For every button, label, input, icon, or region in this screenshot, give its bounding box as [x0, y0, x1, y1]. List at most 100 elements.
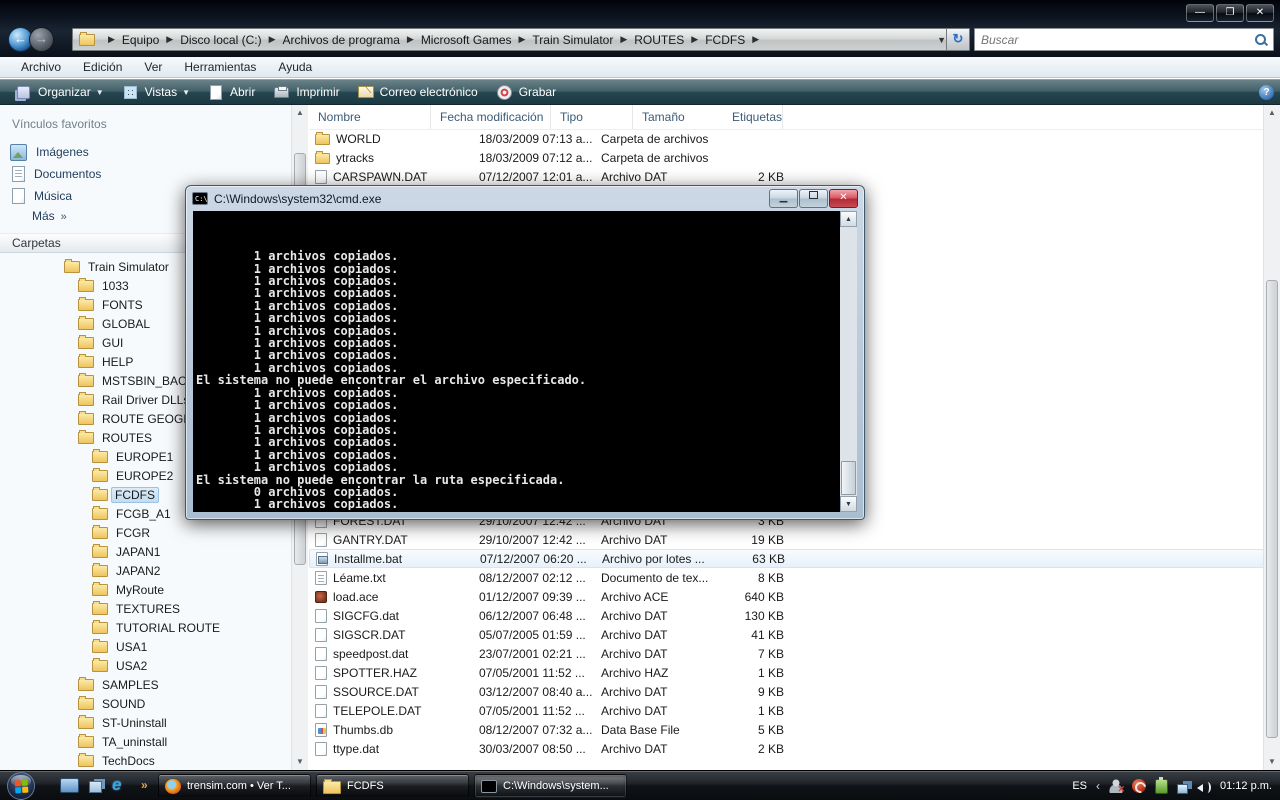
column-header[interactable]: Nombre	[309, 105, 431, 129]
tree-item[interactable]: USA2	[0, 656, 307, 675]
task-icon	[481, 780, 497, 793]
menu-item[interactable]: Ayuda	[267, 60, 323, 74]
tree-item[interactable]: TechDocs	[0, 751, 307, 770]
battery-icon[interactable]	[1155, 779, 1168, 794]
internet-explorer-icon[interactable]: e	[112, 776, 129, 793]
tree-item[interactable]: SOUND	[0, 694, 307, 713]
breadcrumb-segment[interactable]: FCDFS▶	[705, 33, 766, 47]
file-row[interactable]: GANTRY.DAT 29/10/2007 12:42 ... Archivo …	[309, 530, 1264, 549]
file-row[interactable]: load.ace 01/12/2007 09:39 ... Archivo AC…	[309, 587, 1264, 606]
breadcrumb-segment[interactable]: Microsoft Games▶	[421, 33, 533, 47]
menu-item[interactable]: Herramientas	[173, 60, 267, 74]
start-button[interactable]	[7, 772, 35, 800]
tree-item[interactable]: SAMPLES	[0, 675, 307, 694]
minimize-button[interactable]: —	[1186, 4, 1214, 22]
file-row[interactable]: Installme.bat 07/12/2007 06:20 ... Archi…	[309, 549, 1264, 568]
file-row[interactable]: Thumbs.db 08/12/2007 07:32 a... Data Bas…	[309, 720, 1264, 739]
close-button[interactable]: ✕	[829, 189, 858, 208]
tree-item[interactable]: JAPAN2	[0, 561, 307, 580]
file-row[interactable]: ttype.dat 30/03/2007 08:50 ... Archivo D…	[309, 739, 1264, 758]
breadcrumb-segment[interactable]: ROUTES▶	[634, 33, 705, 47]
search-icon[interactable]	[1253, 32, 1269, 48]
tree-item[interactable]: USA1	[0, 637, 307, 656]
file-row[interactable]: SIGSCR.DAT 05/07/2005 01:59 ... Archivo …	[309, 625, 1264, 644]
forward-button[interactable]: →	[29, 27, 54, 52]
scroll-up-icon[interactable]: ▲	[840, 211, 857, 227]
scroll-up-icon[interactable]: ▲	[292, 105, 308, 121]
language-indicator[interactable]: ES	[1072, 780, 1087, 792]
taskbar-button[interactable]: FCDFS	[316, 774, 469, 798]
help-icon[interactable]: ?	[1259, 85, 1274, 100]
restore-button[interactable]: ❐	[1216, 4, 1244, 22]
toolbar-button[interactable]: Grabar ▼	[487, 81, 565, 103]
close-button[interactable]: ✕	[1246, 4, 1274, 22]
tree-item[interactable]: ST-Uninstall	[0, 713, 307, 732]
console-scrollbar[interactable]: ▲ ▼	[840, 211, 857, 512]
search-box[interactable]	[974, 28, 1274, 51]
file-row[interactable]: Léame.txt 08/12/2007 02:12 ... Documento…	[309, 568, 1264, 587]
favorite-link[interactable]: Documentos	[0, 163, 307, 185]
breadcrumb[interactable]: ▶ Equipo▶ Disco local (C:)▶ Archivos de …	[72, 28, 954, 51]
file-row[interactable]: SPOTTER.HAZ 07/05/2001 11:52 ... Archivo…	[309, 663, 1264, 682]
file-row[interactable]: TELEPOLE.DAT 07/05/2001 11:52 ... Archiv…	[309, 701, 1264, 720]
scroll-down-icon[interactable]: ▼	[840, 496, 857, 512]
console-line: 1 archivos copiados.	[196, 461, 837, 473]
scrollbar-thumb[interactable]	[1266, 280, 1278, 738]
file-row[interactable]: CARSPAWN.DAT 07/12/2007 12:01 a... Archi…	[309, 167, 1264, 186]
list-scrollbar[interactable]: ▲ ▼	[1263, 105, 1280, 770]
scroll-down-icon[interactable]: ▼	[292, 754, 308, 770]
toolbar-button[interactable]: Abrir ▼	[199, 81, 264, 103]
network-icon[interactable]	[1177, 784, 1188, 794]
file-row[interactable]: SSOURCE.DAT 03/12/2007 08:40 a... Archiv…	[309, 682, 1264, 701]
breadcrumb-segment[interactable]: Equipo▶	[122, 33, 180, 47]
show-desktop-icon[interactable]	[60, 778, 79, 793]
file-row[interactable]: ytracks 18/03/2009 07:12 a... Carpeta de…	[309, 148, 1264, 167]
toolbar-button[interactable]: Imprimir ▼	[264, 81, 348, 103]
breadcrumb-segment[interactable]: Train Simulator▶	[532, 33, 634, 47]
switch-windows-icon[interactable]	[89, 781, 102, 793]
chevron-right-icon: ▶	[166, 34, 173, 45]
breadcrumb-segment[interactable]: Archivos de programa▶	[283, 33, 421, 47]
antivirus-icon[interactable]	[1132, 779, 1146, 793]
scrollbar-thumb[interactable]	[841, 461, 856, 495]
breadcrumb-segment[interactable]: Disco local (C:)▶	[180, 33, 282, 47]
minimize-button[interactable]: ▁	[769, 189, 798, 208]
tree-item[interactable]: JAPAN1	[0, 542, 307, 561]
menu-item[interactable]: Ver	[133, 60, 173, 74]
tray-expand-icon[interactable]: ‹	[1096, 779, 1100, 793]
toolbar-button[interactable]: Organizar ▼	[6, 81, 113, 103]
quick-launch-overflow-icon[interactable]: »	[141, 778, 148, 792]
cmd-window[interactable]: C:\ C:\Windows\system32\cmd.exe ▁ ✕ 1 ar…	[185, 185, 865, 520]
console-area[interactable]: 1 archivos copiados. 1 archivos copiados…	[193, 211, 857, 512]
taskbar-button[interactable]: trensim.com • Ver T...	[158, 774, 311, 798]
taskbar-button[interactable]: C:\Windows\system...	[474, 774, 627, 798]
file-row[interactable]: WORLD 18/03/2009 07:13 a... Carpeta de a…	[309, 129, 1264, 148]
column-header[interactable]: Tamaño	[633, 105, 723, 129]
menu-item[interactable]: Edición	[72, 60, 133, 74]
tree-item[interactable]: TUTORIAL ROUTE	[0, 618, 307, 637]
scroll-down-icon[interactable]: ▼	[1264, 754, 1280, 770]
column-header[interactable]: Fecha modificación	[431, 105, 551, 129]
scroll-up-icon[interactable]: ▲	[1264, 105, 1280, 121]
favorite-link[interactable]: Imágenes	[0, 141, 307, 163]
clock[interactable]: 01:12 p.m.	[1220, 780, 1272, 792]
messenger-offline-icon[interactable]	[1109, 779, 1123, 793]
file-row[interactable]: SIGCFG.dat 06/12/2007 06:48 ... Archivo …	[309, 606, 1264, 625]
volume-icon[interactable]	[1197, 780, 1211, 794]
cmd-titlebar[interactable]: C:\ C:\Windows\system32\cmd.exe ▁ ✕	[186, 186, 864, 211]
refresh-button[interactable]: ↻	[946, 28, 970, 51]
tree-item[interactable]: MyRoute	[0, 580, 307, 599]
column-header[interactable]: Etiquetas	[723, 105, 783, 129]
tree-item[interactable]: TA_uninstall	[0, 732, 307, 751]
maximize-button[interactable]	[799, 189, 828, 208]
toolbar-button[interactable]: Vistas ▼	[113, 81, 199, 103]
tree-item[interactable]: TEXTURES	[0, 599, 307, 618]
file-row[interactable]: speedpost.dat 23/07/2001 02:21 ... Archi…	[309, 644, 1264, 663]
favorite-icon	[12, 188, 25, 204]
favorites-more-link[interactable]: Más»	[32, 209, 67, 223]
menu-item[interactable]: Archivo	[10, 60, 72, 74]
column-header[interactable]: Tipo	[551, 105, 633, 129]
search-input[interactable]	[975, 33, 1253, 47]
toolbar-button[interactable]: Correo electrónico ▼	[349, 81, 487, 103]
tree-item[interactable]: FCGR	[0, 523, 307, 542]
